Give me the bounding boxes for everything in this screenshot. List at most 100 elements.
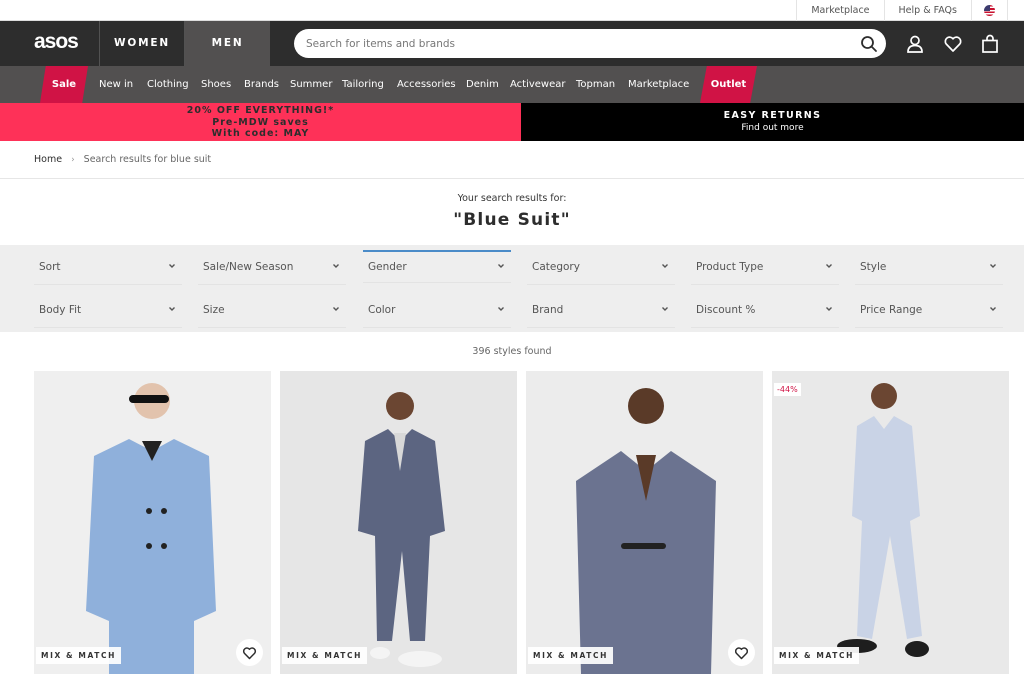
mix-match-badge: MIX & MATCH [774,647,859,664]
bag-icon[interactable] [980,34,1000,54]
country-selector[interactable] [971,0,1008,21]
filter-sale-new-season[interactable]: Sale/New Season [198,252,346,285]
nav-item-denim[interactable]: Denim [466,66,499,103]
filter-label: Sale/New Season [203,261,294,273]
filter-label: Body Fit [39,304,82,316]
filter-label: Category [532,261,580,273]
nav-item-shoes[interactable]: Shoes [201,66,231,103]
discount-promo-banner[interactable]: 20% OFF EVERYTHING!* Pre-MDW saves With … [0,103,521,141]
product-grid: MIX & MATCH MIX & MATCH MIX & MATCH -44% MIX… [34,371,1009,674]
asos-logo[interactable]: asos [34,30,79,54]
filter-product-type[interactable]: Product Type [691,252,839,285]
chevron-down-icon [169,264,175,268]
filter-label: Color [368,304,396,316]
nav-item-tailoring[interactable]: Tailoring [342,66,384,103]
chevron-down-icon [498,307,504,311]
site-header: asos WOMEN MEN [0,21,1024,66]
chevron-down-icon [662,264,668,268]
save-for-later-button[interactable] [236,639,263,666]
chevron-down-icon [990,264,996,268]
heart-icon[interactable] [943,34,963,54]
chevron-down-icon [498,264,504,268]
heart-icon [735,646,748,659]
nav-item-summer[interactable]: Summer [290,66,332,103]
search-icon[interactable] [860,35,878,53]
promo-code: With code: MAY [211,128,310,139]
category-nav: Sale New in Clothing Shoes Brands Summer… [0,66,1024,103]
chevron-down-icon [826,307,832,311]
nav-item-marketplace[interactable]: Marketplace [628,66,689,103]
product-image[interactable] [34,371,271,674]
mix-match-badge: MIX & MATCH [36,647,121,664]
mix-match-badge: MIX & MATCH [282,647,367,664]
styles-count: 396 styles found [472,346,552,357]
chevron-down-icon [169,307,175,311]
filter-body-fit[interactable]: Body Fit [34,295,182,328]
filter-discount[interactable]: Discount % [691,295,839,328]
filter-style[interactable]: Style [855,252,1003,285]
us-flag-icon [984,5,995,16]
breadcrumb-separator: › [71,154,75,165]
promo-headline: 20% OFF EVERYTHING!* [186,105,335,116]
chevron-down-icon [333,264,339,268]
marketplace-link[interactable]: Marketplace [796,0,883,21]
results-heading: Your search results for: "Blue Suit" [0,179,1024,245]
product-card[interactable]: -44% MIX & MATCH [772,371,1009,674]
chevron-down-icon [333,307,339,311]
chevron-down-icon [826,264,832,268]
filter-label: Product Type [696,261,764,273]
save-for-later-button[interactable] [728,639,755,666]
promo-subline: Pre-MDW saves [212,116,309,128]
product-image[interactable] [280,371,517,674]
filter-label: Discount % [696,304,756,316]
filter-gender[interactable]: Gender [363,250,511,283]
product-image[interactable] [526,371,763,674]
nav-item-outlet[interactable]: Outlet [700,66,757,103]
filter-bar: Sort Sale/New Season Gender Category Product… [0,245,1024,332]
results-subtitle: Your search results for: [457,193,567,204]
nav-item-new-in[interactable]: New in [99,66,133,103]
nav-item-accessories[interactable]: Accessories [397,66,456,103]
product-card[interactable]: MIX & MATCH [526,371,763,674]
search-bar [294,29,886,58]
tab-women[interactable]: WOMEN [99,21,184,66]
filter-label: Style [860,261,887,273]
nav-item-topman[interactable]: Topman [576,66,615,103]
filter-size[interactable]: Size [198,295,346,328]
utility-links: Marketplace Help & FAQs [796,0,1008,21]
breadcrumb: Home › Search results for blue suit [0,141,1024,179]
filter-label: Sort [39,261,61,273]
search-input[interactable] [306,29,846,58]
nav-item-sale[interactable]: Sale [40,66,88,103]
filter-brand[interactable]: Brand [527,295,675,328]
breadcrumb-home[interactable]: Home [34,154,62,165]
product-image[interactable] [772,371,1009,674]
filter-label: Gender [368,261,407,273]
filter-price-range[interactable]: Price Range [855,295,1003,328]
filter-label: Price Range [860,304,923,316]
nav-item-brands[interactable]: Brands [244,66,279,103]
returns-title: EASY RETURNS [723,110,822,121]
filter-color[interactable]: Color [363,295,511,328]
heart-icon [243,646,256,659]
filter-sort[interactable]: Sort [34,252,182,285]
discount-badge: -44% [774,383,801,396]
account-icon[interactable] [905,34,925,54]
breadcrumb-current: Search results for blue suit [83,154,212,165]
nav-item-activewear[interactable]: Activewear [510,66,566,103]
returns-link[interactable]: Find out more [521,123,1024,133]
filter-category[interactable]: Category [527,252,675,285]
chevron-down-icon [990,307,996,311]
returns-promo-banner[interactable]: EASY RETURNS Find out more [521,103,1024,141]
nav-item-clothing[interactable]: Clothing [147,66,189,103]
help-faqs-link[interactable]: Help & FAQs [883,0,971,21]
tab-men[interactable]: MEN [184,21,270,66]
filter-label: Size [203,304,225,316]
utility-bar: Marketplace Help & FAQs [0,0,1024,21]
product-card[interactable]: MIX & MATCH [34,371,271,674]
filter-label: Brand [532,304,564,316]
product-card[interactable]: MIX & MATCH [280,371,517,674]
chevron-down-icon [662,307,668,311]
mix-match-badge: MIX & MATCH [528,647,613,664]
promo-banners: 20% OFF EVERYTHING!* Pre-MDW saves With … [0,103,1024,141]
